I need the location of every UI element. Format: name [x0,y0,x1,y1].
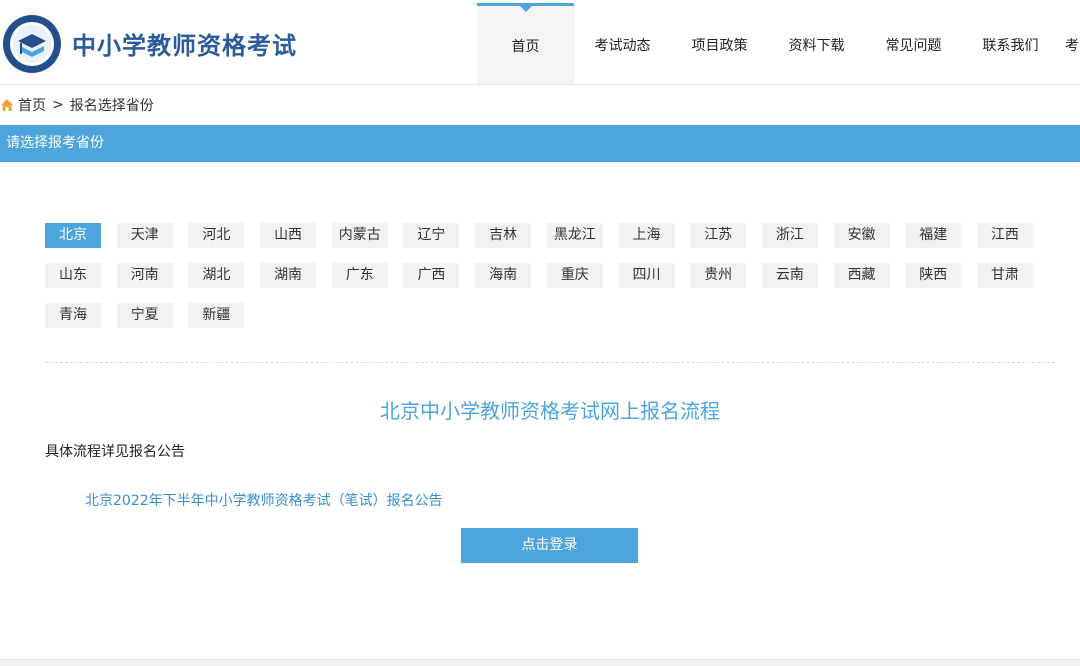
registration-notice-link[interactable]: 北京2022年下半年中小学教师资格考试（笔试）报名公告 [85,490,443,510]
province-item[interactable]: 广西 [403,263,460,288]
breadcrumb-home-link[interactable]: 首页 [18,95,46,115]
section-title: 北京中小学教师资格考试网上报名流程 [380,399,720,423]
province-item[interactable]: 山东 [45,263,101,288]
detail-label: 具体流程详见报名公告 [45,444,185,460]
province-list: 北京 天津 河北 山西 内蒙古 辽宁 吉林 黑龙江 上海 江苏 浙江 安徽 福建 江西山东 河南 湖北 湖南 广东… [45,223,1055,343]
province-item[interactable]: 内蒙古 [331,223,388,248]
province-item[interactable]: 陕西 [905,263,962,288]
province-item[interactable]: 上海 [618,223,675,248]
province-item[interactable]: 甘肃 [976,263,1033,288]
province-item[interactable]: 四川 [618,263,675,288]
province-item[interactable]: 河北 [188,223,245,248]
breadcrumb-current: 报名选择省份 [69,98,154,114]
province-item[interactable]: 辽宁 [403,223,460,248]
site-title[interactable]: 中小学教师资格考试 [72,26,297,61]
home-icon [1,99,13,111]
province-item[interactable]: 云南 [761,263,818,288]
province-item[interactable]: 河南 [116,263,173,288]
breadcrumb: 首页 > 报名选择省份 [0,94,154,116]
province-item[interactable]: 广东 [331,263,388,288]
province-item[interactable]: 新疆 [188,303,245,328]
province-item[interactable]: 黑龙江 [546,223,603,248]
province-item[interactable]: 吉林 [475,223,532,248]
province-item[interactable]: 重庆 [546,263,603,288]
province-item[interactable]: 宁夏 [116,303,173,328]
province-item[interactable]: 海南 [475,263,532,288]
province-item[interactable]: 西藏 [833,263,890,288]
nav-more[interactable]: 考 [1059,3,1080,84]
login-button[interactable]: 点击登录 [461,528,638,563]
main-nav: 首页 考试动态 项目政策 资料下载 常见问题 联系我们 考 [477,3,1080,84]
province-item[interactable]: 山西 [260,223,317,248]
province-item[interactable]: 青海 [45,303,101,328]
province-banner: 请选择报考省份 [0,125,1080,162]
province-item[interactable]: 贵州 [690,263,747,288]
province-item[interactable]: 湖南 [260,263,317,288]
province-item[interactable]: 江苏 [690,223,747,248]
nav-contact[interactable]: 联系我们 [962,3,1059,84]
nav-faq[interactable]: 常见问题 [865,3,962,84]
nav-policy[interactable]: 项目政策 [671,3,768,84]
province-item[interactable]: 江西 [976,223,1033,248]
province-item[interactable]: 浙江 [761,223,818,248]
site-logo-icon[interactable] [2,14,62,74]
nav-exam-news[interactable]: 考试动态 [574,3,671,84]
site-header: 中小学教师资格考试 首页 考试动态 项目政策 资料下载 常见问题 联系我们 考 [0,0,1080,85]
province-item[interactable]: 安徽 [833,223,890,248]
section-divider [45,362,1055,363]
nav-home[interactable]: 首页 [477,3,574,84]
nav-downloads[interactable]: 资料下载 [768,3,865,84]
breadcrumb-separator: > [52,97,64,113]
province-item[interactable]: 北京 [45,223,101,248]
province-item[interactable]: 福建 [905,223,962,248]
province-item[interactable]: 天津 [116,223,173,248]
province-item[interactable]: 湖北 [188,263,245,288]
